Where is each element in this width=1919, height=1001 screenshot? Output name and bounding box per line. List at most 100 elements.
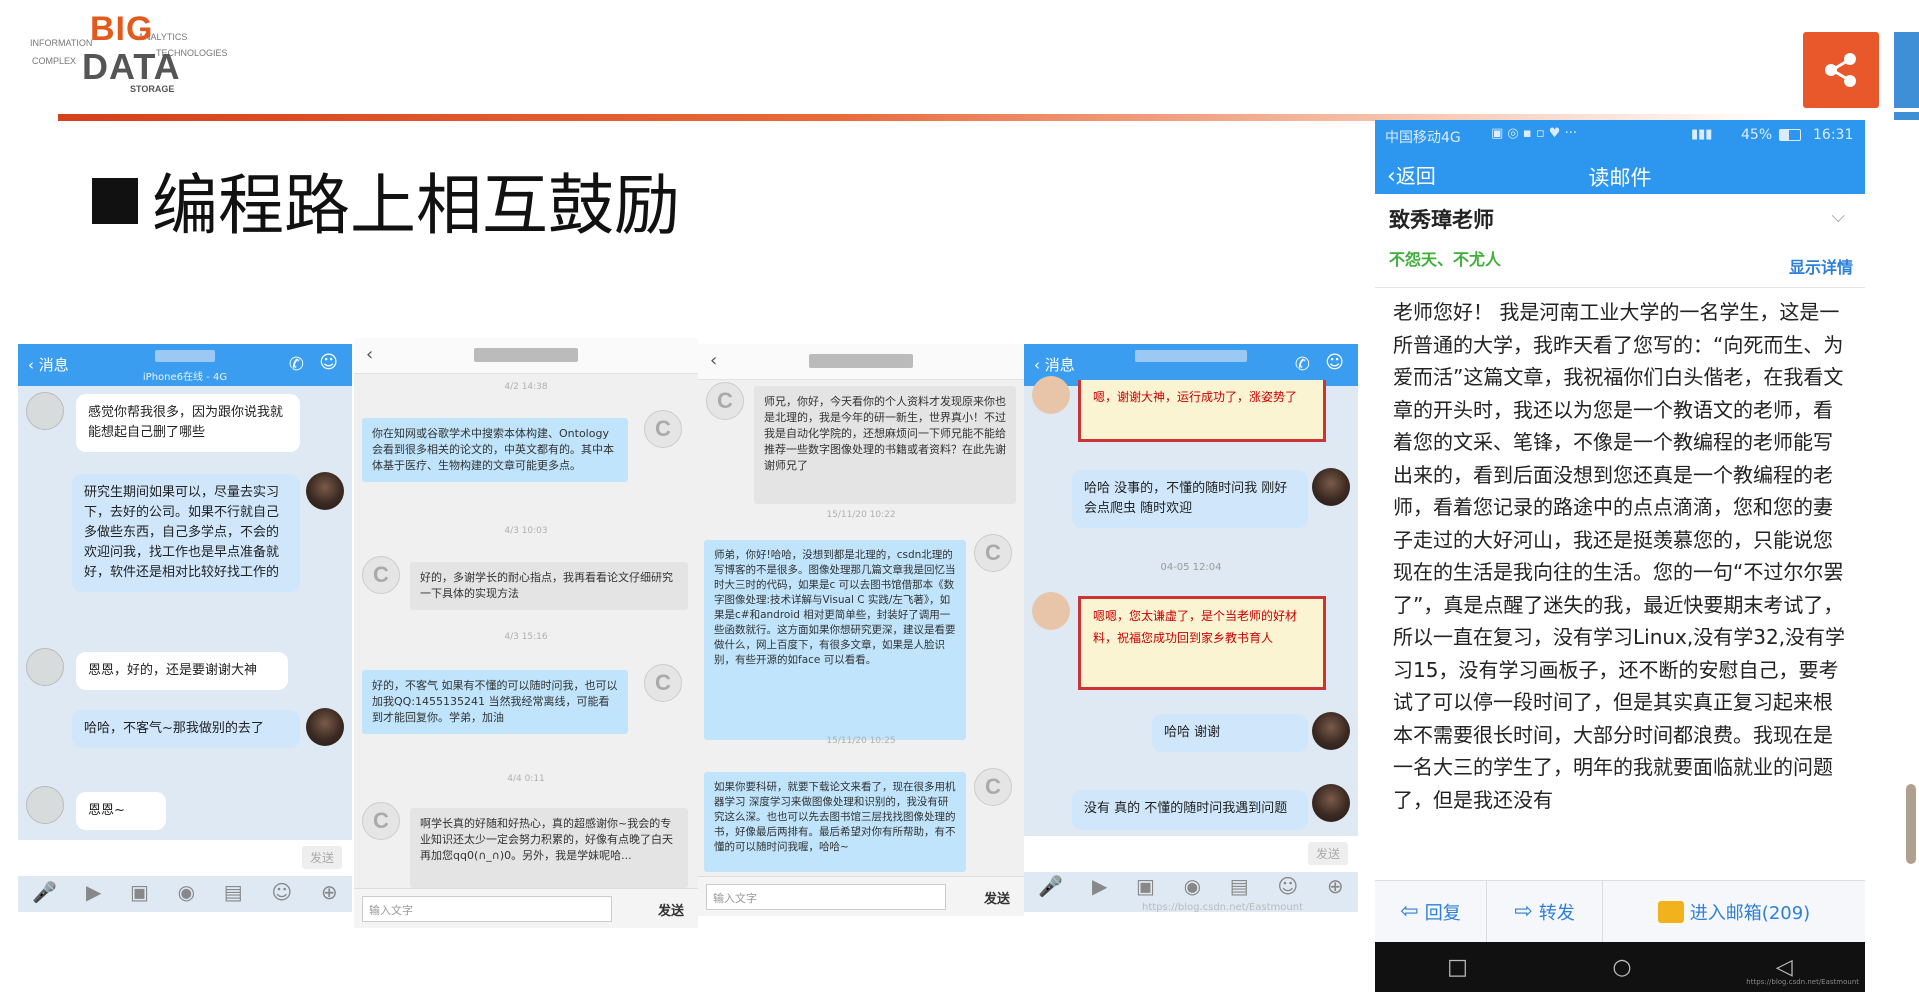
- avatar: [26, 786, 64, 824]
- watermark: https://blog.csdn.net/Eastmount: [1142, 902, 1304, 912]
- avatar: [1312, 468, 1350, 506]
- blurred-name: [1135, 350, 1247, 362]
- phone-icon[interactable]: ✆: [289, 354, 304, 375]
- timestamp: 4/3 15:16: [504, 632, 548, 642]
- carrier: 中国移动4G: [1385, 130, 1461, 146]
- message-input[interactable]: 发送: [1024, 836, 1358, 872]
- clock: 16:31: [1813, 127, 1854, 143]
- video-icon[interactable]: ▶: [1092, 874, 1107, 898]
- message-bubble: 好的，多谢学长的耐心指点，我再看看论文仔细研究一下具体的实现方法: [410, 562, 688, 610]
- timestamp: 15/11/20 10:22: [826, 510, 896, 520]
- gift-icon[interactable]: ▤: [224, 880, 243, 904]
- avatar: C: [362, 802, 400, 840]
- logo-big: BIG: [90, 10, 154, 48]
- send-button[interactable]: 发送: [1307, 842, 1348, 865]
- camera-icon[interactable]: ◉: [178, 880, 195, 904]
- logo-word: COMPLEX: [32, 56, 77, 66]
- chat-header: ‹ 消息 iPhone6在线 - 4G ✆ ☺: [18, 344, 352, 386]
- chat-toolbar: 🎤 ▶ ▣ ◉ ▤ ☺ ⊕: [18, 880, 352, 904]
- timestamp: 4/3 10:03: [504, 526, 548, 536]
- bullet-square: [92, 178, 138, 224]
- gift-icon[interactable]: ▤: [1230, 874, 1249, 898]
- profile-icon[interactable]: ☺: [1325, 352, 1344, 373]
- chat-header: ‹: [354, 338, 698, 374]
- message-bubble: 研究生期间如果可以，尽量去实习下，去好的公司。如果不行就自己多做些东西，自己多学…: [72, 474, 300, 592]
- reply-button[interactable]: ⇦ 回复: [1375, 881, 1487, 942]
- avatar: C: [644, 664, 682, 702]
- avatar: [1312, 784, 1350, 822]
- signal-icon: ▮▮▮: [1691, 127, 1713, 142]
- image-icon[interactable]: ▣: [130, 880, 149, 904]
- image-icon[interactable]: ▣: [1136, 874, 1155, 898]
- action-bar: ⇦ 回复 ⇨ 转发 进入邮箱(209): [1375, 880, 1865, 942]
- email-body: 老师您好！ 我是河南工业大学的一名学生，这是一所普通的大学，我昨天看了您写的：“…: [1393, 300, 1846, 812]
- share-button[interactable]: [1803, 32, 1879, 108]
- email-tags: 不怨天、不尤人: [1389, 250, 1502, 269]
- forward-icon: ⇨: [1514, 899, 1533, 924]
- message-input[interactable]: 发送: [18, 840, 352, 876]
- inbox-label: 进入邮箱(209): [1689, 902, 1811, 924]
- input-bar: 输入文字 发送: [698, 876, 1024, 916]
- avatar: C: [362, 556, 400, 594]
- email-header: 致秀璋老师 ⌵ 不怨天、不尤人 显示详情: [1375, 194, 1865, 288]
- chevron-down-icon[interactable]: ⌵: [1831, 206, 1845, 227]
- back-icon[interactable]: ‹: [710, 350, 717, 371]
- chat-toolbar: 🎤 ▶ ▣ ◉ ▤ ☺ ⊕: [1024, 874, 1358, 898]
- message-bubble: 哈哈，不客气~那我做别的去了: [72, 710, 300, 748]
- profile-icon[interactable]: ☺: [319, 352, 338, 373]
- nav-title: 读邮件: [1588, 166, 1652, 190]
- email-phone-screenshot: 中国移动4G ▣ ◎ ▪ ▫ ♥ ··· ▮▮▮ 45% 16:31 ‹返回 读…: [1375, 120, 1865, 992]
- inbox-button[interactable]: 进入邮箱(209): [1603, 881, 1865, 942]
- slide: INFORMATION COMPLEX TECHNOLOGIES ANALYTI…: [0, 0, 1919, 1001]
- logo-word: STORAGE: [130, 84, 175, 94]
- blurred-name: [155, 350, 215, 362]
- message-bubble: 好的，不客气 如果有不懂的可以随时问我，也可以加我QQ:1455135241 当…: [362, 670, 628, 734]
- emoji-icon[interactable]: ☺: [271, 880, 292, 904]
- back-label: 消息: [1044, 356, 1075, 374]
- mic-icon[interactable]: 🎤: [32, 880, 57, 904]
- plus-icon[interactable]: ⊕: [321, 880, 338, 904]
- scrollbar-handle[interactable]: [1906, 784, 1916, 864]
- avatar: [1032, 592, 1070, 630]
- message-bubble: 嗯嗯，您太谦虚了，是个当老师的好材料，祝福您成功回到家乡教书育人: [1078, 596, 1326, 690]
- watermark: https://blog.csdn.net/Eastmount: [1746, 978, 1859, 986]
- avatar: C: [706, 382, 744, 420]
- timestamp: 15/11/20 10:25: [826, 736, 896, 746]
- text-input[interactable]: 输入文字: [706, 884, 946, 910]
- mail-icon: [1657, 900, 1684, 923]
- big-data-logo: INFORMATION COMPLEX TECHNOLOGIES ANALYTI…: [28, 8, 228, 96]
- emoji-icon[interactable]: ☺: [1277, 874, 1298, 898]
- camera-icon[interactable]: ◉: [1184, 874, 1201, 898]
- message-bubble: 你在知网或谷歌学术中搜索本体构建、Ontology 会看到很多相关的论文的，中英…: [362, 418, 628, 482]
- show-details-link[interactable]: 显示详情: [1789, 254, 1853, 278]
- send-button[interactable]: 发送: [984, 888, 1010, 907]
- phone-icon[interactable]: ✆: [1295, 354, 1310, 375]
- mic-icon[interactable]: 🎤: [1038, 874, 1063, 898]
- text-input[interactable]: 输入文字: [362, 896, 612, 922]
- message-bubble: 哈哈 谢谢: [1152, 714, 1308, 752]
- avatar: C: [644, 410, 682, 448]
- avatar: [306, 708, 344, 746]
- send-button[interactable]: 发送: [301, 846, 342, 869]
- forward-button[interactable]: ⇨ 转发: [1487, 881, 1603, 942]
- message-bubble: 嗯，谢谢大神，运行成功了，涨姿势了: [1078, 380, 1326, 442]
- reply-label: 回复: [1424, 902, 1461, 924]
- reply-icon: ⇦: [1400, 899, 1419, 924]
- video-icon[interactable]: ▶: [86, 880, 101, 904]
- back-button[interactable]: ‹ 消息: [1034, 354, 1075, 375]
- recent-apps-icon[interactable]: □: [1447, 955, 1468, 980]
- csdn-chat-screenshot-2: ‹ 4/2 14:38 C 你在知网或谷歌学术中搜索本体构建、Ontology …: [354, 338, 698, 928]
- battery-level: 45%: [1741, 127, 1773, 143]
- plus-icon[interactable]: ⊕: [1327, 874, 1344, 898]
- chat-header: ‹: [698, 344, 1024, 380]
- back-icon[interactable]: ‹: [366, 344, 373, 365]
- logo-data: DATA: [82, 46, 181, 87]
- message-bubble: 恩恩~: [76, 792, 166, 830]
- home-icon[interactable]: ○: [1612, 955, 1631, 980]
- blurred-name: [809, 354, 913, 368]
- timestamp: 04-05 12:04: [1160, 562, 1222, 573]
- send-button[interactable]: 发送: [658, 900, 684, 919]
- side-tab[interactable]: [1894, 32, 1919, 108]
- back-triangle-icon[interactable]: ◁: [1776, 955, 1793, 980]
- forward-label: 转发: [1538, 902, 1575, 924]
